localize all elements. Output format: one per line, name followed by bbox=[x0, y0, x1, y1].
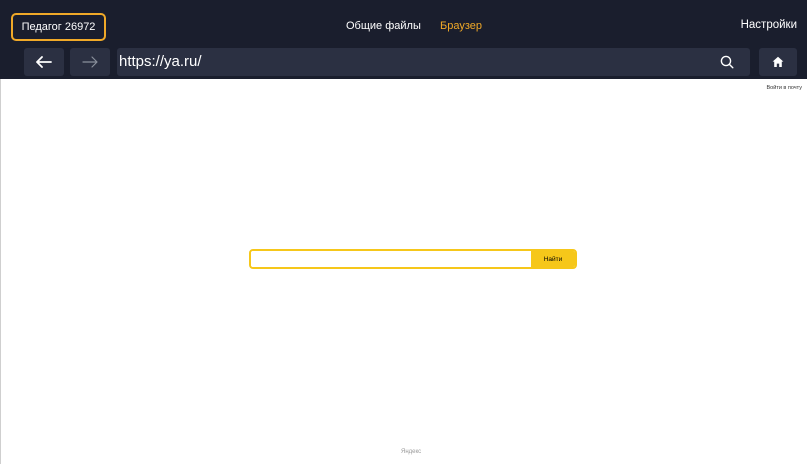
yandex-search-form: Найти bbox=[249, 249, 577, 269]
home-icon bbox=[772, 56, 784, 67]
address-bar: https://ya.ru/ bbox=[0, 46, 807, 79]
search-submit-button[interactable]: Найти bbox=[531, 251, 575, 267]
settings-link[interactable]: Настройки bbox=[741, 19, 797, 31]
arrow-left-icon bbox=[36, 56, 52, 68]
footer-logo: Яндекс bbox=[401, 449, 422, 455]
tab-browser[interactable]: Браузер bbox=[440, 20, 482, 32]
yandex-search-input[interactable] bbox=[251, 251, 531, 267]
user-label: Педагог 26972 bbox=[21, 21, 96, 33]
tab-shared-files[interactable]: Общие файлы bbox=[346, 20, 421, 32]
search-button[interactable] bbox=[718, 53, 736, 71]
url-field[interactable]: https://ya.ru/ bbox=[117, 48, 750, 76]
url-text: https://ya.ru/ bbox=[119, 53, 202, 70]
search-icon bbox=[720, 55, 734, 69]
arrow-right-icon bbox=[82, 56, 98, 68]
home-button[interactable] bbox=[759, 48, 797, 76]
top-bar: Педагог 26972 Общие файлы Браузер Настро… bbox=[0, 0, 807, 46]
forward-button[interactable] bbox=[70, 48, 110, 76]
login-mail-link[interactable]: Войти в почту bbox=[767, 85, 802, 91]
browser-viewport: Войти в почту Найти Яндекс bbox=[0, 79, 807, 464]
back-button[interactable] bbox=[24, 48, 64, 76]
user-badge[interactable]: Педагог 26972 bbox=[11, 13, 106, 41]
